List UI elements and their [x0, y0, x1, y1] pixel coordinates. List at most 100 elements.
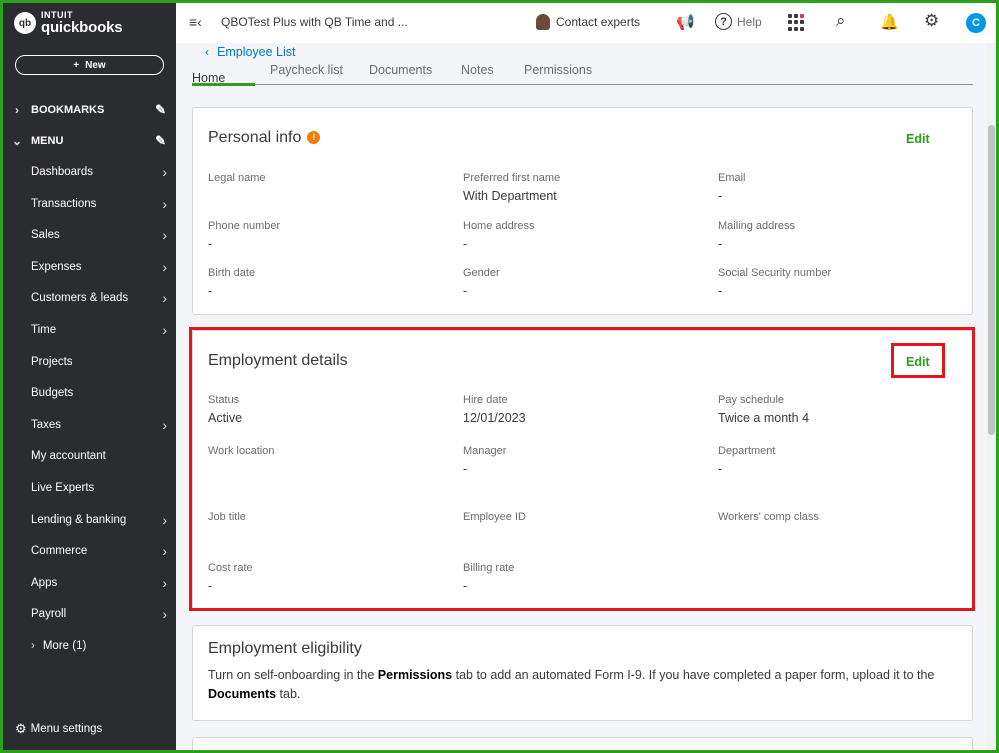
chevron-right-icon: ›: [162, 258, 167, 275]
next-card: [192, 737, 973, 750]
sidebar-item-label: Taxes: [31, 418, 62, 431]
chevron-right-icon: ›: [162, 195, 167, 212]
pencil-icon[interactable]: ✎: [155, 102, 166, 118]
new-button-label: New: [85, 59, 106, 71]
permissions-tab-link: Permissions: [377, 668, 453, 682]
sidebar-item-sales[interactable]: Sales ›: [3, 221, 176, 249]
sidebar-item-lending-banking[interactable]: Lending & banking ›: [3, 506, 176, 534]
gear-icon: ⚙: [15, 721, 27, 736]
breadcrumb-label: Employee List: [217, 45, 296, 59]
menu-settings[interactable]: ⚙ Menu settings: [15, 721, 102, 737]
personal-info-card: Personal info! Edit Legal name Preferred …: [192, 107, 973, 315]
company-name[interactable]: QBOTest Plus with QB Time and ...: [221, 15, 408, 29]
birth-date-value: -: [208, 284, 213, 298]
tab-notes[interactable]: Notes: [461, 63, 494, 77]
sidebar-item-label: Apps: [31, 576, 58, 589]
phone-number-value: -: [208, 237, 213, 251]
bookmarks-label: BOOKMARKS: [31, 104, 105, 116]
menu-section[interactable]: ⌄ MENU ✎: [3, 128, 176, 154]
chevron-right-icon: ›: [15, 103, 19, 117]
phone-number-label: Phone number: [208, 220, 281, 232]
sidebar-item-label: Customers & leads: [31, 292, 129, 305]
plus-icon: +: [73, 59, 80, 71]
breadcrumb[interactable]: ‹ Employee List: [205, 45, 296, 59]
scrollbar-thumb[interactable]: [988, 125, 995, 435]
sidebar-item-customers-leads[interactable]: Customers & leads ›: [3, 284, 176, 312]
employment-eligibility-title: Employment eligibility: [208, 640, 362, 657]
sidebar-item-label: Budgets: [31, 387, 74, 400]
sidebar-item-label: My accountant: [31, 450, 106, 463]
tab-paycheck-list[interactable]: Paycheck list: [270, 63, 343, 77]
sidebar-item-label: Time: [31, 324, 57, 336]
quickbooks-logo[interactable]: qb INTUIT quickbooks: [14, 11, 123, 35]
scrollbar[interactable]: [987, 43, 996, 750]
eligibility-description: Turn on self-onboarding in the Permissio…: [208, 668, 935, 701]
sidebar-item-label: Live Experts: [31, 482, 95, 494]
bell-icon[interactable]: 🔔: [880, 13, 899, 31]
bookmarks-section[interactable]: › BOOKMARKS ✎: [3, 97, 176, 123]
personal-info-title: Personal info!: [208, 129, 321, 147]
sidebar-item-apps[interactable]: Apps ›: [3, 569, 176, 597]
sidebar-item-payroll[interactable]: Payroll ›: [3, 600, 176, 628]
sidebar-item-budgets[interactable]: Budgets: [3, 379, 176, 407]
legal-name-label: Legal name: [208, 172, 266, 184]
personal-info-edit-button[interactable]: Edit: [906, 132, 930, 146]
pencil-icon[interactable]: ✎: [155, 133, 166, 149]
warning-icon[interactable]: !: [307, 130, 321, 144]
search-icon[interactable]: ⌕: [836, 11, 846, 31]
contact-experts-button[interactable]: Contact experts: [536, 14, 640, 30]
tab-documents[interactable]: Documents: [369, 63, 432, 77]
sidebar-item-label: Projects: [31, 355, 73, 368]
chevron-right-icon: ›: [162, 290, 167, 307]
sidebar: qb INTUIT quickbooks + New › BOOKMARKS ✎…: [3, 3, 176, 750]
mailing-address-value: -: [718, 237, 723, 251]
tab-home[interactable]: Home: [192, 71, 255, 83]
app-window: qb INTUIT quickbooks + New › BOOKMARKS ✎…: [3, 3, 996, 750]
new-button[interactable]: + New: [15, 55, 164, 75]
social-security-number-value: -: [718, 284, 723, 298]
social-security-number-label: Social Security number: [718, 267, 832, 279]
edit-highlight-box: [891, 343, 945, 378]
chevron-right-icon: ›: [162, 227, 167, 244]
sidebar-item-label: Expenses: [31, 260, 82, 273]
gender-value: -: [463, 284, 468, 298]
contact-experts-label: Contact experts: [556, 15, 641, 29]
sidebar-item-label: Transactions: [31, 197, 97, 210]
chevron-right-icon: ›: [162, 416, 167, 433]
gender-label: Gender: [463, 267, 500, 279]
chevron-right-icon: ›: [162, 322, 167, 338]
documents-tab-link: Documents: [208, 687, 277, 701]
chevron-right-icon: ›: [162, 164, 167, 180]
help-button[interactable]: ? Help: [715, 13, 762, 30]
chevron-right-icon: ›: [162, 543, 167, 560]
megaphone-icon[interactable]: 📢: [676, 13, 695, 31]
mailing-address-label: Mailing address: [718, 220, 796, 232]
apps-grid-icon[interactable]: [788, 14, 805, 31]
birth-date-label: Birth date: [208, 267, 256, 279]
tab-bar: Home Paycheck list Documents Notes Permi…: [192, 59, 973, 86]
sidebar-item-projects[interactable]: Projects: [3, 348, 176, 376]
sidebar-item-transactions[interactable]: Transactions ›: [3, 190, 176, 218]
chevron-right-icon: ›: [162, 511, 167, 528]
user-avatar[interactable]: C: [966, 13, 986, 33]
sidebar-item-taxes[interactable]: Taxes ›: [3, 411, 176, 439]
sidebar-item-time[interactable]: Time ›: [3, 316, 176, 344]
help-icon: ?: [715, 13, 732, 30]
employment-eligibility-card: Employment eligibility Turn on self-onbo…: [192, 625, 973, 721]
email-value: -: [718, 189, 723, 203]
sidebar-item-live-experts[interactable]: Live Experts: [3, 474, 176, 502]
more-item[interactable]: › More (1): [3, 635, 176, 657]
preferred-first-name-label: Preferred first name: [463, 172, 561, 184]
sidebar-item-dashboards[interactable]: Dashboards ›: [3, 158, 176, 186]
collapse-menu-icon[interactable]: ≡‹: [189, 14, 202, 30]
sidebar-item-expenses[interactable]: Expenses ›: [3, 253, 176, 281]
email-label: Email: [718, 172, 746, 184]
sidebar-item-label: Sales: [31, 229, 60, 242]
sidebar-item-my-accountant[interactable]: My accountant: [3, 442, 176, 470]
chevron-down-icon: ⌄: [11, 134, 23, 148]
gear-icon[interactable]: ⚙: [924, 11, 939, 31]
tab-permissions[interactable]: Permissions: [524, 63, 592, 77]
personal-info-title-text: Personal info: [208, 129, 302, 146]
top-bar: ≡‹ QBOTest Plus with QB Time and ... Con…: [176, 3, 996, 43]
sidebar-item-commerce[interactable]: Commerce ›: [3, 537, 176, 565]
